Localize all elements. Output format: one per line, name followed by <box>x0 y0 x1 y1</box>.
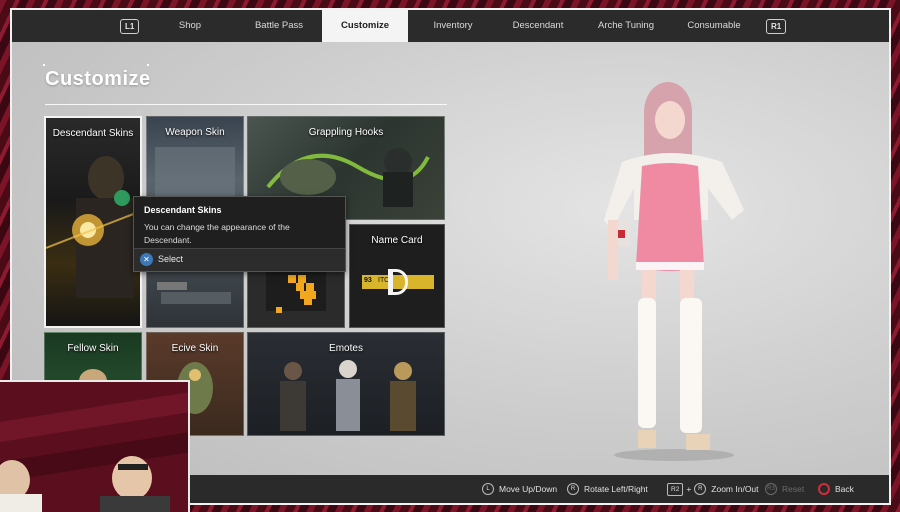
name-card-logo-icon <box>388 269 408 295</box>
top-navigation: L1 Shop Battle Pass Customize Inventory … <box>12 10 889 42</box>
tab-battle-pass[interactable]: Battle Pass <box>240 10 318 42</box>
left-stick-icon: L <box>482 483 494 495</box>
hint-back[interactable]: Back <box>818 482 854 496</box>
tooltip-title: Descendant Skins <box>144 205 222 215</box>
tab-inventory[interactable]: Inventory <box>420 10 486 42</box>
tile-label: Weapon Skin <box>165 127 225 138</box>
descendant-skins-tooltip: Descendant Skins You can change the appe… <box>133 196 346 272</box>
r1-key-icon[interactable]: R1 <box>766 19 787 34</box>
circle-button-icon <box>818 483 830 495</box>
r3-icon: R3 <box>765 483 777 495</box>
hint-label: Rotate Left/Right <box>584 484 648 494</box>
tile-label: Emotes <box>329 343 363 354</box>
right-stick-icon: R <box>694 483 707 495</box>
corner-marker <box>147 64 149 66</box>
tile-descendant-skins[interactable]: Descendant Skins <box>44 116 142 328</box>
tab-shop[interactable]: Shop <box>162 10 218 42</box>
tile-label: Fellow Skin <box>67 343 119 354</box>
plus-icon: + <box>686 484 692 494</box>
tile-name-card[interactable]: Name Card 93 ITO <box>349 224 445 328</box>
hint-label: Zoom In/Out <box>711 484 759 494</box>
hint-label: Back <box>835 484 854 494</box>
hint-label: Move Up/Down <box>499 484 558 494</box>
descendant-skins-art <box>46 156 137 298</box>
name-card-level: 93 <box>364 277 372 284</box>
tooltip-select-action[interactable]: ✕ Select <box>134 248 345 271</box>
webcam-overlay <box>0 380 190 512</box>
page-title: Customize <box>45 68 151 90</box>
l1-key-icon[interactable]: L1 <box>120 19 140 34</box>
hint-rotate[interactable]: R Rotate Left/Right <box>567 482 648 496</box>
tile-label: Name Card <box>371 235 423 246</box>
tab-descendant[interactable]: Descendant <box>502 10 574 42</box>
r2-key-icon: R2 <box>667 482 684 496</box>
tooltip-description: You can change the appearance of the Des… <box>144 222 290 245</box>
tile-label: Descendant Skins <box>52 128 134 139</box>
tab-consumable[interactable]: Consumable <box>676 10 752 42</box>
select-label: Select <box>158 254 184 264</box>
corner-marker <box>43 64 45 66</box>
tab-customize[interactable]: Customize <box>322 10 408 42</box>
tab-arche-tuning[interactable]: Arche Tuning <box>590 10 662 42</box>
hint-label: Reset <box>782 484 805 494</box>
title-area: Customize <box>43 64 447 105</box>
title-divider <box>45 104 447 105</box>
tile-emotes[interactable]: Emotes <box>247 332 445 436</box>
tile-label: Ecive Skin <box>171 343 219 354</box>
hint-move[interactable]: L Move Up/Down <box>482 482 557 496</box>
hint-reset: R3 Reset <box>765 482 804 496</box>
cross-button-icon: ✕ <box>140 253 153 266</box>
tile-label: Grappling Hooks <box>308 127 384 138</box>
hint-zoom[interactable]: R2 + R Zoom In/Out <box>667 482 759 496</box>
right-stick-icon: R <box>567 483 579 495</box>
webcam-feed <box>0 382 188 512</box>
character-preview[interactable] <box>582 70 762 465</box>
